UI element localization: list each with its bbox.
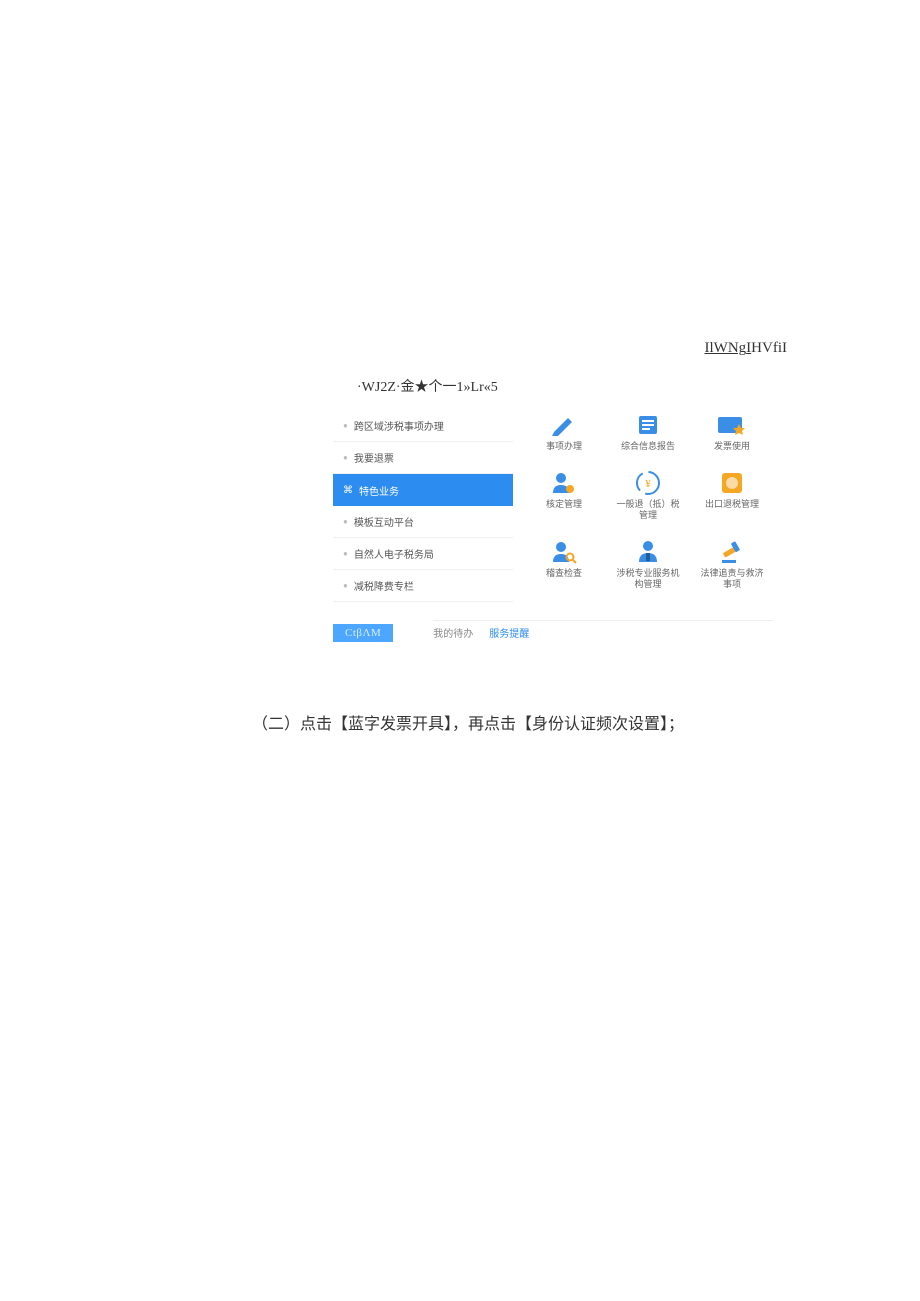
badge: CtβΛM: [333, 624, 393, 642]
grid-item-label: 综合信息报告: [621, 441, 675, 452]
command-icon: ⌘: [343, 485, 353, 496]
tabs: 我的待办 服务提醒: [433, 620, 773, 642]
grid-item-label: 事项办理: [546, 441, 582, 452]
bullet-icon: ●: [343, 581, 348, 590]
user-tie-icon: [632, 539, 664, 565]
user-gear-icon: [548, 470, 580, 496]
sidebar-item-label: 模板互动平台: [354, 514, 414, 529]
top-link: IlWNgIHVfiI: [705, 340, 788, 357]
bullet-icon: ●: [343, 517, 348, 526]
grid-item-general-refund[interactable]: ¥ 一般退（抵）税管理: [607, 470, 689, 533]
ticket-star-icon: [716, 412, 748, 438]
user-search-icon: [548, 539, 580, 565]
grid-item-verify-mgmt[interactable]: 核定管理: [523, 470, 605, 533]
sidebar-nav: ● 跨区域涉税事项办理 ● 我要退票 ⌘ 特色业务 ● 模板互动平台 ● 自然人…: [333, 410, 513, 602]
bullet-icon: ●: [343, 421, 348, 430]
pencil-icon: [548, 412, 580, 438]
refresh-icon: ¥: [632, 470, 664, 496]
sidebar-item-label: 特色业务: [359, 483, 399, 498]
coin-icon: [716, 470, 748, 496]
panel-heading: ·WJ2Z·金★个一1»Lr«5: [333, 370, 773, 410]
sidebar-item-label: 自然人电子税务局: [354, 546, 434, 561]
sidebar-item-natural-person[interactable]: ● 自然人电子税务局: [333, 538, 513, 570]
grid-item-label: 稽查检查: [546, 568, 582, 579]
grid-item-export-refund[interactable]: 出口退税管理: [691, 470, 773, 533]
bottom-bar: CtβΛM 我的待办 服务提醒: [333, 620, 773, 642]
grid-item-label: 核定管理: [546, 499, 582, 510]
content-wrap: ● 跨区域涉税事项办理 ● 我要退票 ⌘ 特色业务 ● 模板互动平台 ● 自然人…: [333, 410, 773, 602]
bullet-icon: ●: [343, 453, 348, 462]
link-part2: lWNg: [710, 340, 747, 356]
gavel-icon: [716, 539, 748, 565]
sidebar-item-tax-cut[interactable]: ● 减税降费专栏: [333, 570, 513, 602]
grid-item-label: 涉税专业服务机构管理: [616, 568, 680, 590]
grid-item-label: 法律追责与救济事项: [700, 568, 764, 590]
grid-item-legal[interactable]: 法律追责与救济事项: [691, 539, 773, 602]
sidebar-item-refund[interactable]: ● 我要退票: [333, 442, 513, 474]
bullet-icon: ●: [343, 549, 348, 558]
grid-item-info-report[interactable]: 综合信息报告: [607, 412, 689, 464]
grid-item-label: 发票使用: [714, 441, 750, 452]
grid-item-label: 出口退税管理: [705, 499, 759, 510]
grid-item-label: 一般退（抵）税管理: [616, 499, 680, 521]
grid-item-matters[interactable]: 事项办理: [523, 412, 605, 464]
grid-item-audit[interactable]: 稽查检查: [523, 539, 605, 602]
instruction-text: （二）点击【蓝字发票开具】，再点击【身份认证频次设置】；: [252, 710, 684, 734]
sidebar-item-cross-region[interactable]: ● 跨区域涉税事项办理: [333, 410, 513, 442]
sidebar-item-label: 跨区域涉税事项办理: [354, 418, 444, 433]
grid-item-tax-service-org[interactable]: 涉税专业服务机构管理: [607, 539, 689, 602]
app-panel: ·WJ2Z·金★个一1»Lr«5 ● 跨区域涉税事项办理 ● 我要退票 ⌘ 特色…: [333, 370, 773, 642]
link-part4: HVfiI: [751, 340, 787, 356]
svg-text:¥: ¥: [645, 478, 651, 490]
sidebar-item-template[interactable]: ● 模板互动平台: [333, 506, 513, 538]
tab-service-notice[interactable]: 服务提醒: [489, 625, 529, 640]
grid-item-invoice[interactable]: 发票使用: [691, 412, 773, 464]
sidebar-item-featured[interactable]: ⌘ 特色业务: [333, 474, 513, 506]
function-grid: 事项办理 综合信息报告 发票使用 核定管理: [523, 410, 773, 602]
tab-todo[interactable]: 我的待办: [433, 625, 473, 640]
sidebar-item-label: 减税降费专栏: [354, 578, 414, 593]
list-icon: [632, 412, 664, 438]
sidebar-item-label: 我要退票: [354, 450, 394, 465]
